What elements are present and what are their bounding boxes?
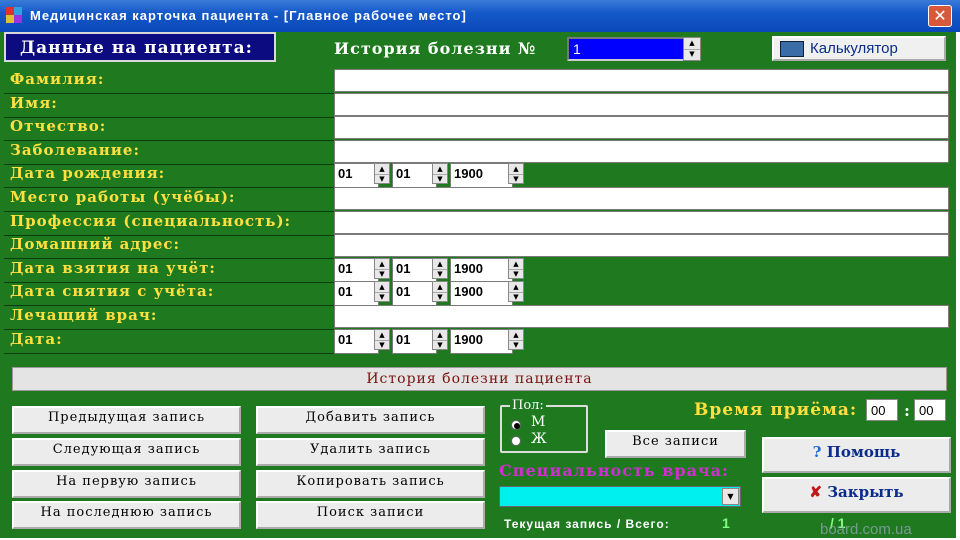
field-input[interactable] <box>334 187 949 210</box>
record-counter-label: Текущая запись / Всего: <box>504 517 670 531</box>
date-year-spinner[interactable]: ▲ ▼ <box>508 258 524 279</box>
spin-down-icon[interactable]: ▼ <box>509 269 523 279</box>
spin-down-icon[interactable]: ▼ <box>375 340 389 350</box>
spin-down-icon[interactable]: ▼ <box>433 269 447 279</box>
spin-down-icon[interactable]: ▼ <box>433 340 447 350</box>
date-day-spinner[interactable]: ▲ ▼ <box>374 163 390 184</box>
date-month-spinner[interactable]: ▲ ▼ <box>432 258 448 279</box>
first-record-button[interactable]: На первую запись <box>12 470 241 498</box>
field-input[interactable] <box>334 234 949 257</box>
date-month-spinner[interactable]: ▲ ▼ <box>432 163 448 184</box>
doctor-specialty-select[interactable]: ▼ <box>499 486 741 507</box>
close-button-label: Закрыть <box>827 483 904 501</box>
calculator-button-label: Калькулятор <box>810 40 898 57</box>
current-record-number: 1 <box>722 515 730 531</box>
visit-time-hours-input[interactable]: 00 <box>866 399 898 421</box>
help-button-label: Помощь <box>826 443 901 461</box>
spin-down-icon[interactable]: ▼ <box>433 292 447 302</box>
date-year-input[interactable]: 1900 <box>450 258 513 283</box>
field-label: Место работы (учёбы): <box>4 186 336 212</box>
field-label: Дата: <box>4 328 336 354</box>
spin-down-icon[interactable]: ▼ <box>375 292 389 302</box>
field-input[interactable] <box>334 305 949 328</box>
date-year-spinner[interactable]: ▲ ▼ <box>508 329 524 350</box>
window-close-button[interactable]: ✕ <box>928 5 952 27</box>
gender-group-title: Пол: <box>510 398 546 413</box>
gender-female-label: Ж <box>531 431 547 447</box>
field-input[interactable] <box>334 140 949 163</box>
date-year-input[interactable]: 1900 <box>450 163 513 188</box>
visit-time-label: Время приёма: <box>694 400 858 420</box>
field-label: Фамилия: <box>4 68 336 94</box>
prev-record-button[interactable]: Предыдущая запись <box>12 406 241 434</box>
date-year-input[interactable]: 1900 <box>450 281 513 306</box>
date-month-spinner[interactable]: ▲ ▼ <box>432 329 448 350</box>
spin-down-icon[interactable]: ▼ <box>684 49 700 60</box>
history-number-spinner[interactable]: ▲ ▼ <box>683 37 701 61</box>
field-label: Лечащий врач: <box>4 304 336 330</box>
spin-down-icon[interactable]: ▼ <box>375 269 389 279</box>
patient-data-heading: Данные на пациента: <box>4 32 276 62</box>
gender-male-radio[interactable] <box>511 420 521 430</box>
date-month-input[interactable]: 01 <box>392 258 437 283</box>
add-record-button[interactable]: Добавить запись <box>256 406 485 434</box>
field-input[interactable] <box>334 93 949 116</box>
field-label: Домашний адрес: <box>4 233 336 259</box>
date-day-input[interactable]: 01 <box>334 281 379 306</box>
visit-time-separator: : <box>904 401 910 420</box>
date-month-input[interactable]: 01 <box>392 329 437 354</box>
field-input[interactable] <box>334 69 949 92</box>
spin-down-icon[interactable]: ▼ <box>433 174 447 184</box>
date-month-spinner[interactable]: ▲ ▼ <box>432 281 448 302</box>
date-month-input[interactable]: 01 <box>392 281 437 306</box>
field-input[interactable] <box>334 211 949 234</box>
date-day-spinner[interactable]: ▲ ▼ <box>374 329 390 350</box>
title-bar: Медицинская карточка пациента - [Главное… <box>0 0 960 32</box>
chevron-down-icon[interactable]: ▼ <box>722 488 739 505</box>
delete-record-button[interactable]: Удалить запись <box>256 438 485 466</box>
search-record-button[interactable]: Поиск записи <box>256 501 485 529</box>
calculator-icon <box>780 41 804 57</box>
gender-female-radio[interactable] <box>511 436 521 446</box>
window-title: Медицинская карточка пациента - [Главное… <box>30 8 467 23</box>
visit-time-minutes-input[interactable]: 00 <box>914 399 946 421</box>
date-day-spinner[interactable]: ▲ ▼ <box>374 258 390 279</box>
history-bar-button[interactable]: История болезни пациента <box>12 367 947 391</box>
app-icon <box>6 7 22 23</box>
date-month-input[interactable]: 01 <box>392 163 437 188</box>
help-button[interactable]: ? Помощь <box>762 437 951 473</box>
all-records-button[interactable]: Все записи <box>605 430 746 458</box>
field-label: Дата рождения: <box>4 162 336 188</box>
field-label: Дата снятия с учёта: <box>4 280 336 306</box>
close-icon: ✕ <box>933 6 947 25</box>
field-input[interactable] <box>334 116 949 139</box>
close-button[interactable]: ✘ Закрыть <box>762 477 951 513</box>
history-number-input[interactable]: 1 <box>567 37 685 61</box>
next-record-button[interactable]: Следующая запись <box>12 438 241 466</box>
spin-down-icon[interactable]: ▼ <box>509 340 523 350</box>
date-day-input[interactable]: 01 <box>334 163 379 188</box>
date-day-input[interactable]: 01 <box>334 258 379 283</box>
history-number-label: История болезни № <box>334 39 537 58</box>
copy-record-button[interactable]: Копировать запись <box>256 470 485 498</box>
spin-down-icon[interactable]: ▼ <box>509 292 523 302</box>
date-day-spinner[interactable]: ▲ ▼ <box>374 281 390 302</box>
gender-male-label: М <box>531 414 546 430</box>
watermark: board.com.ua <box>820 521 912 538</box>
spin-down-icon[interactable]: ▼ <box>375 174 389 184</box>
date-year-spinner[interactable]: ▲ ▼ <box>508 281 524 302</box>
field-label: Отчество: <box>4 115 336 141</box>
calculator-button[interactable]: Калькулятор <box>772 36 946 61</box>
date-year-input[interactable]: 1900 <box>450 329 513 354</box>
doctor-specialty-label: Специальность врача: <box>499 461 729 480</box>
spin-down-icon[interactable]: ▼ <box>509 174 523 184</box>
date-day-input[interactable]: 01 <box>334 329 379 354</box>
question-icon: ? <box>812 443 822 461</box>
date-year-spinner[interactable]: ▲ ▼ <box>508 163 524 184</box>
close-icon: ✘ <box>809 483 822 501</box>
last-record-button[interactable]: На последнюю запись <box>12 501 241 529</box>
